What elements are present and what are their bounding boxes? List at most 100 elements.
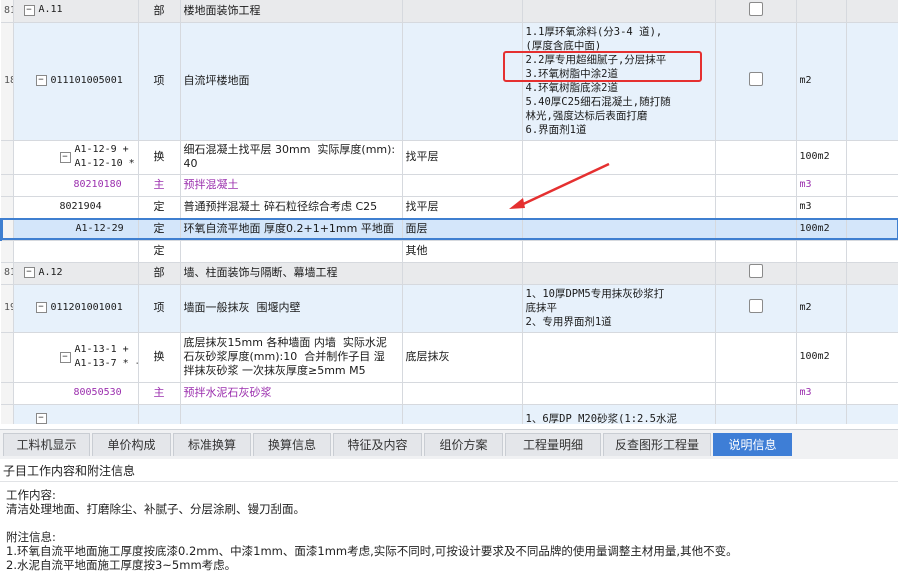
name-cell[interactable]: 底层抹灰15mm 各种墙面 内墙 实际水泥 石灰砂浆厚度(mm):10 合并制作…: [180, 332, 403, 383]
code-cell[interactable]: −: [13, 404, 139, 424]
type-cell[interactable]: 定: [138, 240, 181, 263]
type-cell[interactable]: 主: [138, 382, 181, 405]
type-cell[interactable]: 换: [138, 140, 181, 175]
quota-row[interactable]: 80210180 主预拌混凝土 m3: [1, 174, 898, 197]
checkbox-cell[interactable]: [715, 382, 797, 405]
work-content-cell[interactable]: 找平层: [402, 140, 523, 175]
checkbox-cell[interactable]: [715, 174, 797, 197]
unit-cell[interactable]: [796, 240, 847, 263]
code-cell[interactable]: −011101005001: [13, 22, 139, 141]
unit-cell[interactable]: m2: [796, 284, 847, 333]
feature-cell[interactable]: [522, 218, 716, 241]
work-content-cell[interactable]: 找平层: [402, 196, 523, 219]
note-cell[interactable]: [846, 140, 898, 175]
type-cell[interactable]: 部: [138, 0, 181, 23]
type-cell[interactable]: 项: [138, 22, 181, 141]
work-content-cell[interactable]: [402, 174, 523, 197]
work-content-cell[interactable]: [402, 0, 523, 23]
unit-cell[interactable]: [796, 262, 847, 285]
name-cell[interactable]: 预拌混凝土: [180, 174, 403, 197]
tab-5[interactable]: 组价方案: [424, 433, 503, 456]
work-content-cell[interactable]: [402, 284, 523, 333]
checkbox-cell[interactable]: [715, 0, 797, 23]
code-cell[interactable]: − A.11: [13, 0, 139, 23]
checkbox-cell[interactable]: [715, 218, 797, 241]
unit-cell[interactable]: [796, 404, 847, 424]
note-cell[interactable]: [846, 284, 898, 333]
checkbox[interactable]: [748, 264, 763, 278]
feature-cell[interactable]: [522, 0, 716, 23]
code-cell[interactable]: 80210180: [13, 174, 139, 197]
name-cell[interactable]: 普通预拌混凝土 碎石粒径综合考虑 C25: [180, 196, 403, 219]
quota-row[interactable]: 定 其他: [1, 240, 898, 263]
code-cell[interactable]: 8021904: [13, 196, 139, 219]
work-content-cell[interactable]: 其他: [402, 240, 523, 263]
collapse-toggle-icon[interactable]: −: [23, 267, 35, 278]
note-cell[interactable]: [846, 404, 898, 424]
tab-8[interactable]: 说明信息: [713, 433, 792, 456]
name-cell[interactable]: 预拌水泥石灰砂浆: [180, 382, 403, 405]
type-cell[interactable]: 部: [138, 262, 181, 285]
checkbox-cell[interactable]: [715, 284, 797, 333]
code-cell[interactable]: −011201001001: [13, 284, 139, 333]
work-content-cell[interactable]: [402, 262, 523, 285]
code-cell[interactable]: − A.12: [13, 262, 139, 285]
type-cell[interactable]: 定: [138, 196, 181, 219]
note-cell[interactable]: [846, 332, 898, 383]
collapse-toggle-icon[interactable]: −: [59, 151, 71, 163]
checkbox-cell[interactable]: [715, 240, 797, 263]
collapse-toggle-icon[interactable]: −: [35, 412, 47, 424]
work-content-cell[interactable]: 底层抹灰: [402, 332, 523, 383]
name-cell[interactable]: 墙面一般抹灰 围堰内壁: [180, 284, 403, 333]
feature-cell[interactable]: [522, 262, 716, 285]
name-cell[interactable]: [180, 404, 403, 424]
note-cell[interactable]: [846, 22, 898, 141]
quota-row[interactable]: A1-12-29 定环氧自流平地面 厚度0.2+1+1mm 平地面 面层 100m2: [0, 218, 898, 241]
tab-3[interactable]: 换算信息: [253, 433, 331, 456]
type-cell[interactable]: [138, 404, 181, 424]
checkbox[interactable]: [748, 299, 763, 313]
quota-grid[interactable]: 81−A.11部楼地面装饰工程18−011101005001项自流坪楼地面1.1…: [0, 0, 898, 424]
type-cell[interactable]: 项: [138, 284, 181, 333]
quota-row[interactable]: 80050530 主预拌水泥石灰砂浆 m3: [1, 382, 898, 405]
unit-cell[interactable]: m3: [796, 382, 847, 405]
tab-4[interactable]: 特征及内容: [333, 433, 422, 456]
quota-row[interactable]: −A1-13-1 + A1-13-7 * -5换底层抹灰15mm 各种墙面 内墙…: [1, 332, 898, 383]
name-cell[interactable]: 楼地面装饰工程: [180, 0, 403, 23]
name-cell[interactable]: 细石混凝土找平层 30mm 实际厚度(mm): 40: [180, 140, 403, 175]
work-content-cell[interactable]: [402, 382, 523, 405]
checkbox-cell[interactable]: [715, 262, 797, 285]
type-cell[interactable]: 定: [138, 218, 181, 241]
code-cell[interactable]: −A1-12-9 + A1-12-10 * 2: [13, 140, 139, 175]
quota-row[interactable]: 8021904 定普通预拌混凝土 碎石粒径综合考虑 C25 找平层 m3: [1, 196, 898, 219]
note-cell[interactable]: [846, 0, 898, 23]
name-cell[interactable]: 自流坪楼地面: [180, 22, 403, 141]
type-cell[interactable]: 换: [138, 332, 181, 383]
collapse-toggle-icon[interactable]: −: [59, 351, 71, 363]
quota-row[interactable]: −A1-12-9 + A1-12-10 * 2换细石混凝土找平层 30mm 实际…: [1, 140, 898, 175]
checkbox-cell[interactable]: [715, 332, 797, 383]
code-cell[interactable]: [13, 240, 139, 263]
checkbox-cell[interactable]: [715, 404, 797, 424]
checkbox-cell[interactable]: [715, 140, 797, 175]
bill-item-row[interactable]: 18−011101005001项自流坪楼地面1.1厚环氧涂料(分3-4 道), …: [1, 22, 898, 141]
collapse-toggle-icon[interactable]: −: [23, 4, 35, 16]
work-content-cell[interactable]: 面层: [402, 218, 523, 241]
note-cell[interactable]: [846, 240, 898, 263]
checkbox-cell[interactable]: [715, 196, 797, 219]
bill-item-row[interactable]: − 1、6厚DP M20砂浆(1:2.5水泥: [1, 404, 898, 424]
name-cell[interactable]: [180, 240, 403, 263]
unit-cell[interactable]: 100m2: [796, 218, 847, 241]
checkbox[interactable]: [748, 72, 763, 86]
feature-cell[interactable]: [522, 332, 716, 383]
tab-1[interactable]: 单价构成: [92, 433, 171, 456]
tab-6[interactable]: 工程量明细: [505, 433, 601, 456]
feature-cell[interactable]: 1、6厚DP M20砂浆(1:2.5水泥: [522, 404, 716, 424]
note-cell[interactable]: [846, 174, 898, 197]
feature-cell[interactable]: [522, 382, 716, 405]
collapse-toggle-icon[interactable]: −: [35, 75, 47, 86]
section-row[interactable]: 81−A.11部楼地面装饰工程: [1, 0, 898, 23]
tab-0[interactable]: 工料机显示: [3, 433, 90, 456]
note-cell[interactable]: [846, 382, 898, 405]
checkbox[interactable]: [748, 1, 763, 16]
